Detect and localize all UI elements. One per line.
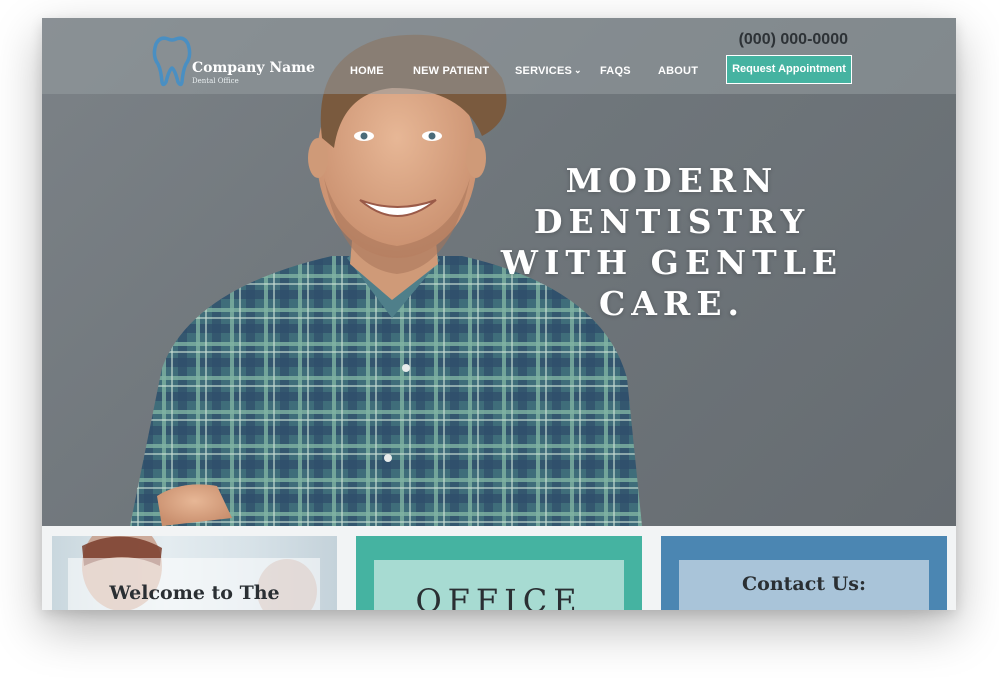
nav-about[interactable]: ABOUT	[658, 65, 698, 77]
company-name: Company Name	[192, 60, 315, 76]
office-inner-box: OFFICE	[374, 560, 624, 610]
hero-headline: MODERN DENTISTRY WITH GENTLE CARE.	[497, 160, 847, 324]
nav-new-patient[interactable]: NEW PATIENT	[413, 65, 489, 77]
welcome-panel[interactable]: Welcome to The	[52, 536, 337, 610]
top-navbar: Company Name Dental Office (000) 000-000…	[42, 18, 956, 94]
nav-home[interactable]: HOME	[350, 65, 384, 77]
feature-panels: Welcome to The OFFICE Contact Us:	[42, 526, 956, 610]
nav-services[interactable]: SERVICES ⌄	[515, 65, 582, 77]
company-logo[interactable]: Company Name Dental Office	[150, 34, 320, 88]
chevron-down-icon: ⌄	[574, 65, 582, 75]
hero-section: Company Name Dental Office (000) 000-000…	[42, 18, 956, 526]
nav-services-label: SERVICES	[515, 65, 573, 77]
request-appointment-button[interactable]: Request Appointment	[726, 55, 852, 84]
tooth-icon	[152, 36, 192, 87]
headline-line: MODERN	[565, 161, 779, 200]
browser-page: Company Name Dental Office (000) 000-000…	[42, 18, 956, 610]
headline-line: CARE.	[599, 284, 745, 323]
contact-panel[interactable]: Contact Us:	[661, 536, 947, 610]
headline-line: WITH GENTLE	[500, 243, 844, 282]
nav-faqs[interactable]: FAQS	[600, 65, 631, 77]
office-title: OFFICE	[415, 582, 583, 610]
headline-line: DENTISTRY	[533, 202, 811, 241]
contact-inner-box: Contact Us:	[679, 560, 929, 610]
contact-title: Contact Us:	[742, 573, 866, 595]
welcome-title: Welcome to The	[109, 582, 280, 604]
office-panel[interactable]: OFFICE	[356, 536, 642, 610]
company-tagline: Dental Office	[192, 77, 239, 85]
phone-number[interactable]: (000) 000-0000	[739, 31, 848, 49]
